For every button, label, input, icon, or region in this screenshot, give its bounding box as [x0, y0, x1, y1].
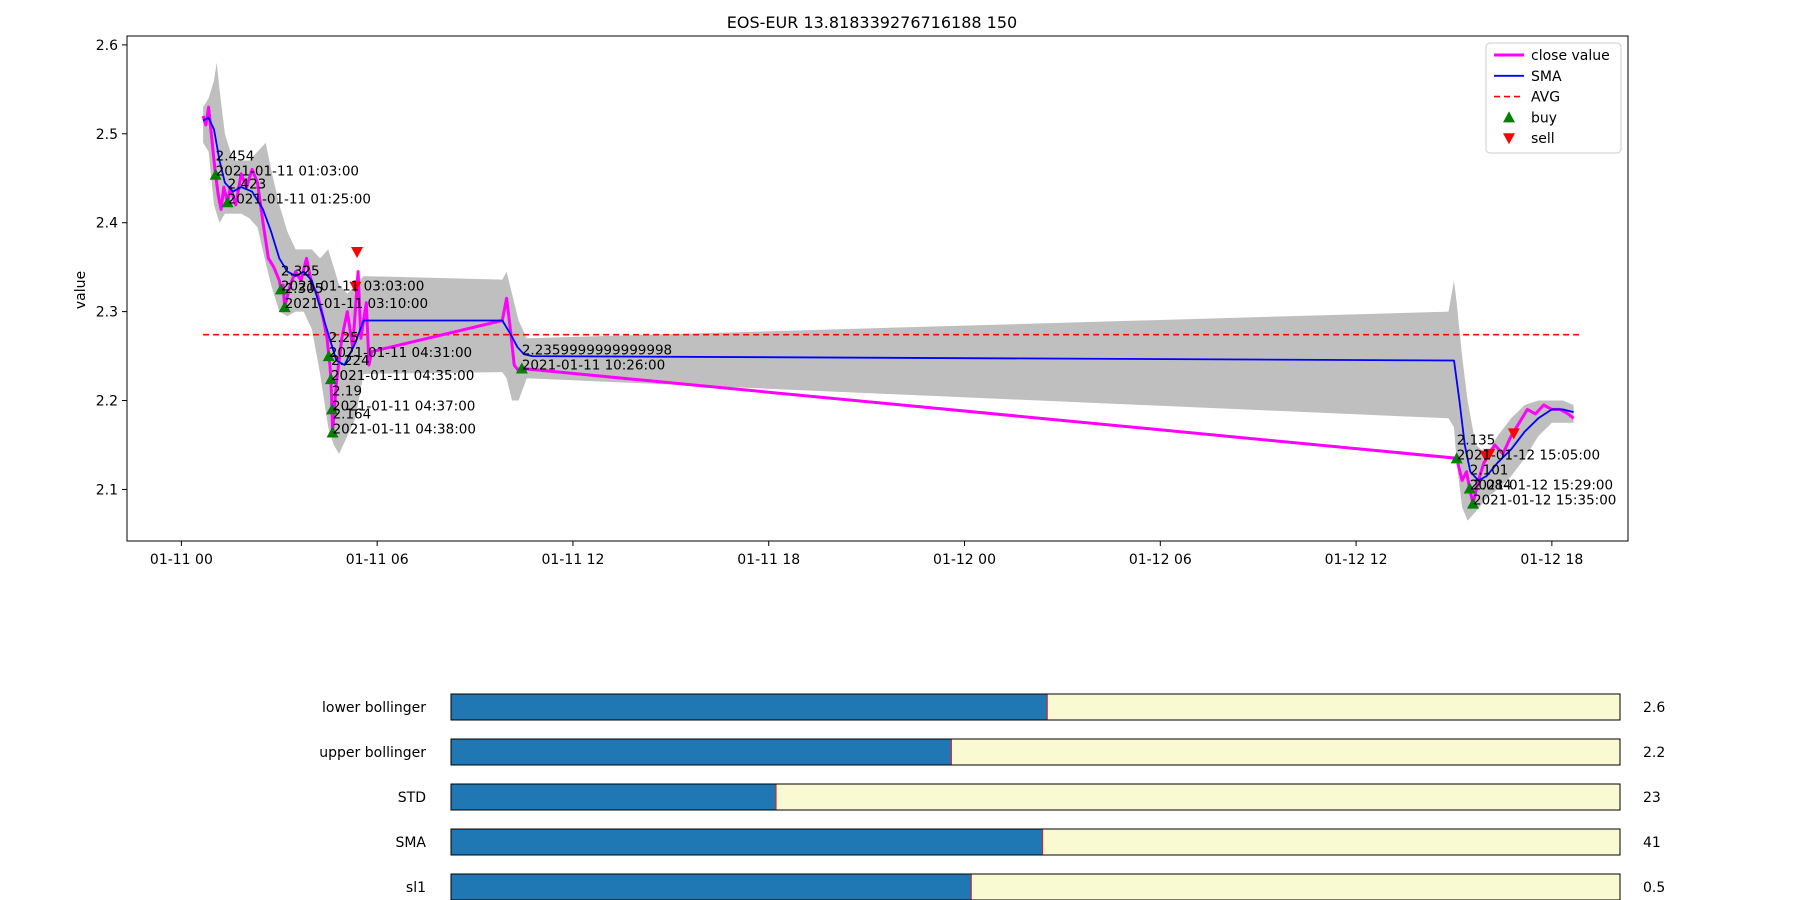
buy-value-label: 2.305 — [285, 281, 324, 297]
buy-value-label: 2.423 — [228, 176, 267, 192]
y-tick-label: 2.3 — [96, 305, 118, 321]
legend-label: buy — [1531, 110, 1557, 126]
bar-category-label: SMA — [395, 835, 426, 851]
buy-time-label: 2021-01-11 03:10:00 — [285, 296, 428, 312]
y-tick-label: 2.1 — [96, 482, 118, 498]
buy-time-label: 2021-01-12 15:05:00 — [1457, 447, 1600, 463]
buy-value-label: 2.19 — [332, 383, 362, 399]
bar-fill — [451, 874, 972, 900]
buy-value-label: 2.101 — [1470, 463, 1509, 479]
chart-title: EOS-EUR 13.818339276716188 150 — [727, 13, 1017, 32]
x-tick-label: 01-11 12 — [541, 552, 604, 568]
buy-value-label: 2.224 — [331, 353, 370, 369]
bar-fill — [451, 784, 776, 810]
buy-value-label: 2.135 — [1457, 432, 1496, 448]
legend-label: close value — [1531, 48, 1610, 64]
buy-time-label: 2021-01-12 15:35:00 — [1473, 493, 1616, 509]
legend: close value SMA AVG buy sell — [1485, 42, 1622, 154]
legend-label: AVG — [1531, 90, 1560, 106]
y-tick-label: 2.2 — [96, 394, 118, 410]
x-tick-label: 01-12 00 — [933, 552, 996, 568]
x-tick-label: 01-12 06 — [1129, 552, 1192, 568]
legend-label: sell — [1531, 131, 1555, 147]
x-tick-label: 01-12 12 — [1325, 552, 1388, 568]
x-tick-label: 01-12 18 — [1520, 552, 1583, 568]
bar-category-label: sl1 — [406, 880, 426, 896]
buy-time-label: 2021-01-11 01:25:00 — [228, 191, 371, 207]
legend-label: SMA — [1531, 69, 1562, 85]
bar-category-label: lower bollinger — [322, 700, 426, 716]
buy-value-label: 2.084 — [1473, 478, 1512, 494]
bar-value-label: 2.6 — [1643, 700, 1665, 716]
buy-time-label: 2021-01-11 10:26:00 — [522, 358, 665, 374]
x-tick-label: 01-11 00 — [150, 552, 213, 568]
buy-time-label: 2021-01-11 04:38:00 — [333, 422, 476, 438]
y-tick-label: 2.5 — [96, 127, 118, 143]
buy-value-label: 2.454 — [216, 149, 255, 165]
x-tick-label: 01-11 18 — [737, 552, 800, 568]
bar-value-label: 2.2 — [1643, 745, 1665, 761]
x-tick-label: 01-11 06 — [346, 552, 409, 568]
bar-value-label: 0.5 — [1643, 880, 1665, 896]
bar-value-label: 23 — [1643, 790, 1661, 806]
y-axis-label: value — [73, 271, 89, 309]
bar-category-label: upper bollinger — [319, 745, 426, 761]
buy-value-label: 2.164 — [333, 407, 372, 423]
buy-value-label: 2.325 — [281, 263, 320, 279]
bar-fill — [451, 739, 952, 765]
buy-value-label: 2.2359999999999998 — [522, 343, 672, 359]
buy-time-label: 2021-01-11 04:35:00 — [331, 368, 474, 384]
bar-fill — [451, 694, 1048, 720]
buy-value-label: 2.25 — [329, 330, 359, 346]
bar-fill — [451, 829, 1043, 855]
bar-value-label: 41 — [1643, 835, 1661, 851]
y-tick-label: 2.4 — [96, 216, 118, 232]
y-tick-label: 2.6 — [96, 38, 118, 54]
bar-category-label: STD — [398, 790, 426, 806]
figure: EOS-EUR 13.818339276716188 150 value 2.4… — [0, 0, 1800, 900]
